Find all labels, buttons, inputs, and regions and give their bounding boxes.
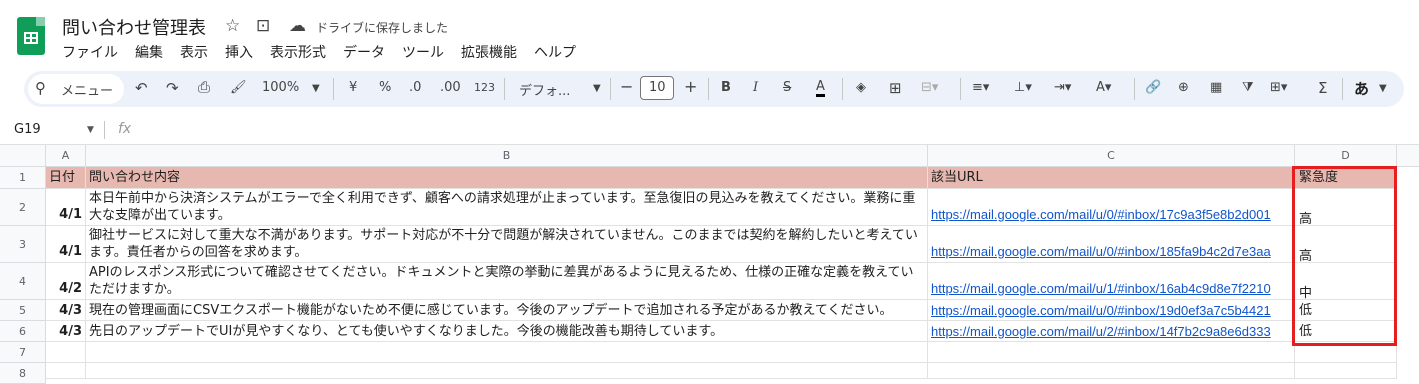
sheets-logo[interactable] bbox=[17, 17, 45, 55]
input-tools-button[interactable]: あ bbox=[1354, 78, 1369, 99]
content-cell[interactable]: APIのレスポンス形式について確認させてください。ドキュメントと実際の挙動に差異… bbox=[86, 263, 928, 300]
name-box[interactable]: G19 bbox=[14, 122, 41, 137]
email-link[interactable]: https://mail.google.com/mail/u/0/#inbox/… bbox=[931, 244, 1271, 259]
row-header-8[interactable]: 8 bbox=[0, 363, 46, 384]
menu-tools[interactable]: ツール bbox=[402, 42, 444, 62]
urgency-column-highlight bbox=[1292, 166, 1397, 346]
menu-help[interactable]: ヘルプ bbox=[534, 42, 576, 62]
number-format-button[interactable]: 123 bbox=[474, 81, 495, 94]
fx-icon: fx bbox=[118, 121, 132, 137]
save-status: ドライブに保存しました bbox=[316, 21, 449, 35]
column-header-a[interactable]: A bbox=[46, 145, 86, 167]
column-header-b[interactable]: B bbox=[86, 145, 928, 167]
content-cell[interactable]: 現在の管理画面にCSVエクスポート機能がないため不便に感じています。今後のアップ… bbox=[86, 300, 928, 321]
menu-edit[interactable]: 編集 bbox=[135, 42, 163, 62]
fill-color-icon[interactable]: ◈ bbox=[856, 80, 866, 95]
increase-decimal-button[interactable]: .00 bbox=[440, 80, 461, 95]
row-header-1[interactable]: 1 bbox=[0, 167, 46, 189]
content-cell[interactable]: 御社サービスに対して重大な不満があります。サポート対応が不十分で問題が解決されて… bbox=[86, 226, 928, 263]
column-header-c[interactable]: C bbox=[928, 145, 1295, 167]
date-cell[interactable]: 4/3 bbox=[46, 321, 86, 342]
insert-link-icon[interactable]: 🔗 bbox=[1145, 80, 1161, 95]
vertical-align-icon[interactable]: ⊥▾ bbox=[1014, 80, 1032, 95]
empty-cell[interactable] bbox=[46, 363, 86, 379]
row-header-2[interactable]: 2 bbox=[0, 189, 46, 226]
insert-chart-icon[interactable]: ▦ bbox=[1210, 80, 1222, 95]
email-link[interactable]: https://mail.google.com/mail/u/0/#inbox/… bbox=[931, 207, 1271, 222]
decrease-font-size-button[interactable]: − bbox=[620, 77, 633, 96]
menu-data[interactable]: データ bbox=[343, 42, 385, 62]
horizontal-align-icon[interactable]: ≡▾ bbox=[972, 80, 989, 95]
date-cell[interactable]: 4/2 bbox=[46, 263, 86, 300]
move-folder-icon[interactable]: ⊡ bbox=[256, 16, 270, 36]
document-title[interactable]: 問い合わせ管理表 bbox=[62, 14, 206, 40]
header-content-cell[interactable]: 問い合わせ内容 bbox=[86, 167, 928, 189]
insert-comment-icon[interactable]: ⊕ bbox=[1178, 80, 1189, 95]
merge-cells-icon[interactable]: ⊟▾ bbox=[921, 80, 938, 95]
paint-format-icon[interactable]: 🖌 bbox=[230, 80, 247, 95]
header-date-cell[interactable]: 日付 bbox=[46, 167, 86, 189]
search-icon: ⚲ bbox=[35, 79, 46, 97]
email-link[interactable]: https://mail.google.com/mail/u/0/#inbox/… bbox=[931, 303, 1271, 318]
content-cell[interactable]: 本日午前中から決済システムがエラーで全く利用できず、顧客への請求処理が止まってい… bbox=[86, 189, 928, 226]
strikethrough-icon[interactable]: S bbox=[783, 80, 791, 95]
star-icon[interactable]: ☆ bbox=[225, 16, 240, 36]
row-header-5[interactable]: 5 bbox=[0, 300, 46, 321]
redo-icon[interactable]: ↷ bbox=[166, 79, 179, 97]
zoom-select[interactable]: 100% bbox=[262, 80, 299, 95]
text-rotation-icon[interactable]: A▾ bbox=[1096, 80, 1111, 95]
functions-icon[interactable]: Σ bbox=[1318, 79, 1327, 97]
menu-file[interactable]: ファイル bbox=[62, 42, 118, 62]
empty-cell[interactable] bbox=[1295, 363, 1397, 379]
row-header-6[interactable]: 6 bbox=[0, 321, 46, 342]
menu-bar: ファイル 編集 表示 挿入 表示形式 データ ツール 拡張機能 ヘルプ bbox=[62, 42, 593, 62]
menu-view[interactable]: 表示 bbox=[180, 42, 208, 62]
empty-cell[interactable] bbox=[928, 342, 1295, 363]
currency-format-button[interactable]: ¥ bbox=[349, 80, 357, 95]
percent-format-button[interactable]: % bbox=[379, 80, 391, 95]
menu-extensions[interactable]: 拡張機能 bbox=[461, 42, 517, 62]
date-cell[interactable]: 4/3 bbox=[46, 300, 86, 321]
menu-search-label: メニュー bbox=[61, 84, 114, 99]
email-link[interactable]: https://mail.google.com/mail/u/2/#inbox/… bbox=[931, 324, 1271, 339]
row-header-3[interactable]: 3 bbox=[0, 226, 46, 263]
date-cell[interactable]: 4/1 bbox=[46, 189, 86, 226]
decrease-decimal-button[interactable]: .0 bbox=[409, 80, 421, 95]
content-cell[interactable]: 先日のアップデートでUIが見やすくなり、とても使いやすくなりました。今後の機能改… bbox=[86, 321, 928, 342]
row-header-4[interactable]: 4 bbox=[0, 263, 46, 300]
filter-views-icon[interactable]: ⊞▾ bbox=[1270, 80, 1287, 95]
date-cell[interactable]: 4/1 bbox=[46, 226, 86, 263]
text-wrap-icon[interactable]: ⇥▾ bbox=[1054, 80, 1071, 95]
font-select[interactable]: デフォ... bbox=[519, 80, 570, 99]
zoom-dropdown-icon[interactable]: ▼ bbox=[312, 83, 320, 94]
cloud-saved-icon[interactable]: ☁ bbox=[289, 16, 306, 36]
empty-cell[interactable] bbox=[86, 342, 928, 363]
menu-insert[interactable]: 挿入 bbox=[225, 42, 253, 62]
increase-font-size-button[interactable]: + bbox=[684, 77, 697, 96]
empty-cell[interactable] bbox=[86, 363, 928, 379]
empty-cell[interactable] bbox=[46, 342, 86, 363]
row-header-7[interactable]: 7 bbox=[0, 342, 46, 363]
empty-cell[interactable] bbox=[928, 363, 1295, 379]
font-dropdown-icon[interactable]: ▼ bbox=[593, 83, 601, 94]
italic-icon[interactable]: I bbox=[753, 80, 758, 95]
text-color-icon[interactable]: A bbox=[816, 80, 825, 97]
formula-input[interactable] bbox=[140, 119, 1410, 141]
undo-icon[interactable]: ↶ bbox=[135, 79, 148, 97]
menu-format[interactable]: 表示形式 bbox=[270, 42, 326, 62]
filter-icon[interactable]: ⧩ bbox=[1242, 80, 1254, 95]
email-link[interactable]: https://mail.google.com/mail/u/1/#inbox/… bbox=[931, 281, 1271, 296]
font-size-value: 10 bbox=[649, 80, 666, 95]
print-icon[interactable]: ⎙ bbox=[198, 78, 210, 96]
column-header-d[interactable]: D bbox=[1295, 145, 1397, 167]
name-box-dropdown-icon[interactable]: ▼ bbox=[87, 125, 94, 135]
bold-icon[interactable]: B bbox=[721, 80, 731, 95]
header-url-cell[interactable]: 該当URL bbox=[928, 167, 1295, 189]
borders-icon[interactable]: ⊞ bbox=[889, 79, 902, 97]
input-tools-dropdown-icon[interactable]: ▼ bbox=[1379, 83, 1387, 94]
select-all-corner[interactable] bbox=[0, 145, 46, 167]
